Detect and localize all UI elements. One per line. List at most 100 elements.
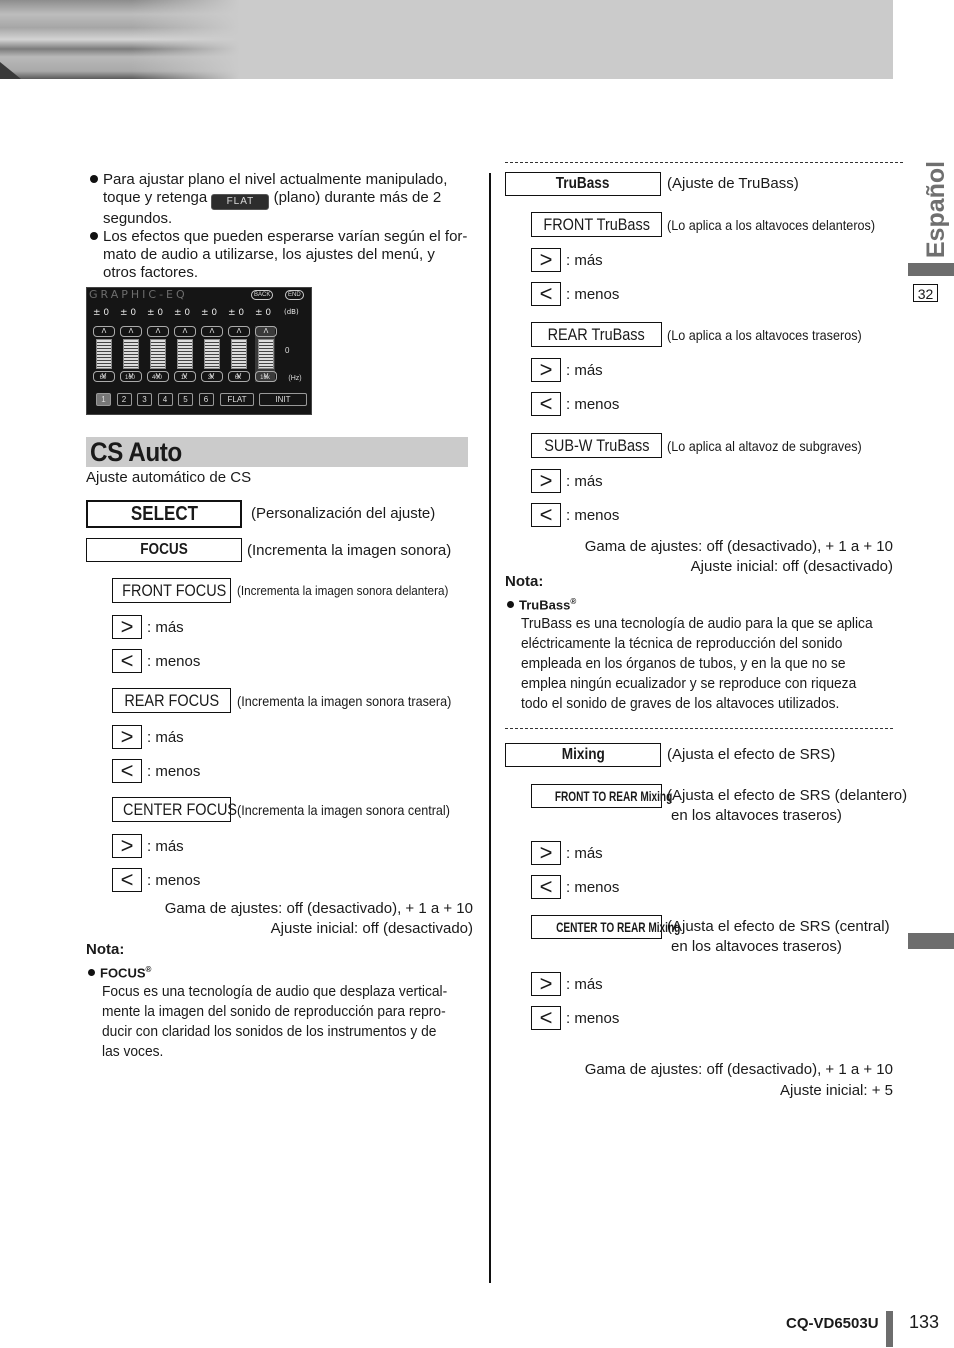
eq-slider-handle[interactable] bbox=[177, 339, 193, 369]
eq-up-button[interactable]: Λ bbox=[228, 326, 250, 337]
eq-slider-handle[interactable] bbox=[96, 339, 112, 369]
eq-hz-unit: (Hz) bbox=[288, 375, 302, 382]
more-key[interactable]: > bbox=[531, 358, 561, 382]
more-key[interactable]: > bbox=[531, 469, 561, 493]
eq-slider-handle[interactable] bbox=[150, 339, 166, 369]
note-line: las voces. bbox=[102, 1043, 164, 1060]
eq-up-button[interactable]: Λ bbox=[120, 326, 142, 337]
dashed-separator bbox=[505, 728, 893, 729]
more-label: : más bbox=[566, 362, 603, 379]
more-key[interactable]: > bbox=[112, 834, 142, 858]
less-key[interactable]: < bbox=[531, 875, 561, 899]
less-key[interactable]: < bbox=[112, 759, 142, 783]
language-tab: Español bbox=[906, 161, 950, 258]
eq-up-button[interactable]: Λ bbox=[174, 326, 196, 337]
less-label: : menos bbox=[566, 507, 620, 524]
eq-preset-button[interactable]: 3 bbox=[137, 393, 152, 406]
eq-up-button[interactable]: Λ bbox=[147, 326, 169, 337]
focus-item-label: REAR FOCUS bbox=[124, 691, 219, 710]
less-key[interactable]: < bbox=[531, 1006, 561, 1030]
less-key[interactable]: < bbox=[531, 503, 561, 527]
eq-preset-button[interactable]: 6 bbox=[198, 393, 214, 406]
eq-band: ΛV bbox=[120, 326, 142, 382]
less-key[interactable]: < bbox=[112, 649, 142, 673]
note-line: TruBass es una tecnología de audio para … bbox=[521, 615, 873, 632]
mixing-item-description-cont: en los altavoces traseros) bbox=[671, 807, 842, 824]
eq-slider-handle[interactable] bbox=[258, 339, 274, 369]
eq-preset-button[interactable]: 5 bbox=[178, 393, 193, 406]
trubass-description: (Ajuste de TruBass) bbox=[667, 175, 799, 192]
eq-up-button[interactable]: Λ bbox=[93, 326, 115, 337]
eq-slider-handle[interactable] bbox=[123, 339, 139, 369]
eq-band-value: ± 0 bbox=[255, 308, 272, 318]
page-number: 133 bbox=[909, 1312, 940, 1332]
trubass-item-label: FRONT TruBass bbox=[543, 215, 650, 234]
eq-flat-button[interactable]: FLAT bbox=[220, 393, 254, 406]
bullet-text: Para ajustar plano el nivel actualmente … bbox=[103, 171, 448, 188]
eq-band: ΛV bbox=[147, 326, 169, 382]
mixing-initial: Ajuste inicial: + 5 bbox=[780, 1082, 893, 1099]
more-key[interactable]: > bbox=[531, 972, 561, 996]
trubass-button[interactable]: TruBass bbox=[505, 172, 661, 196]
trubass-item-description: (Lo aplica a los altavoces traseros) bbox=[667, 327, 862, 343]
side-tab-marker-lower bbox=[908, 933, 954, 949]
note-body: Focus es una tecnología de audio que des… bbox=[102, 982, 477, 1062]
eq-up-button[interactable]: Λ bbox=[201, 326, 223, 337]
less-key[interactable]: < bbox=[112, 868, 142, 892]
trubass-note-term: TruBass® bbox=[507, 593, 576, 614]
eq-end-button[interactable]: END bbox=[285, 290, 304, 300]
eq-band-value: ± 0 bbox=[120, 308, 137, 318]
mixing-item-button[interactable]: CENTER TO REAR Mixing bbox=[531, 915, 680, 939]
focus-range: Gama de ajustes: off (desactivado), + 1 … bbox=[164, 900, 473, 917]
eq-up-button[interactable]: Λ bbox=[255, 326, 277, 337]
dashed-separator bbox=[505, 162, 903, 163]
eq-back-button[interactable]: BACK bbox=[251, 290, 274, 300]
less-key[interactable]: < bbox=[531, 282, 561, 306]
select-button[interactable]: SELECT bbox=[86, 500, 242, 528]
more-key[interactable]: > bbox=[531, 841, 561, 865]
eq-band: ΛV bbox=[228, 326, 250, 382]
bullet-icon bbox=[507, 601, 514, 609]
language-label: Español bbox=[922, 160, 951, 259]
trubass-note-title: Nota: bbox=[505, 573, 544, 590]
eq-preset-button[interactable]: 2 bbox=[116, 393, 132, 406]
more-label: : más bbox=[147, 619, 184, 636]
mixing-item-button[interactable]: FRONT TO REAR Mixing bbox=[531, 784, 672, 808]
eq-frequency-label: 400 bbox=[151, 375, 162, 381]
less-key[interactable]: < bbox=[531, 392, 561, 416]
eq-slider-handle[interactable] bbox=[231, 339, 247, 369]
eq-preset-button[interactable]: 4 bbox=[157, 393, 173, 406]
side-tab-marker bbox=[908, 263, 954, 276]
eq-db-unit: (dB) bbox=[284, 308, 299, 316]
note-line: emplea ningún ecualizador y se reproduce… bbox=[521, 675, 857, 692]
more-key[interactable]: > bbox=[112, 615, 142, 639]
eq-init-button[interactable]: INIT bbox=[259, 393, 307, 406]
bullet-text: mato de audio a utilizarse, los ajustes … bbox=[103, 246, 435, 263]
bullet-icon bbox=[90, 175, 98, 183]
eq-slider-handle[interactable] bbox=[204, 339, 220, 369]
bullet-icon bbox=[90, 232, 98, 240]
mixing-item-description-cont: en los altavoces traseros) bbox=[671, 938, 842, 955]
select-description: (Personalización del ajuste) bbox=[251, 505, 436, 522]
more-label: : más bbox=[566, 473, 603, 490]
landscape-photo bbox=[0, 0, 240, 79]
flat-button[interactable]: FLAT bbox=[211, 194, 270, 210]
eq-frequency-label: 160 bbox=[124, 375, 135, 381]
trubass-item-button[interactable]: SUB-W TruBass bbox=[531, 433, 662, 458]
eq-preset-button[interactable]: 1 bbox=[96, 393, 111, 406]
mixing-button[interactable]: Mixing bbox=[505, 743, 661, 767]
focus-description: (Incrementa la imagen sonora) bbox=[247, 542, 452, 559]
focus-item-button[interactable]: FRONT FOCUS bbox=[112, 578, 231, 603]
more-key[interactable]: > bbox=[112, 725, 142, 749]
focus-item-label: FRONT FOCUS bbox=[122, 581, 227, 600]
eq-band: ΛV bbox=[255, 326, 277, 382]
focus-label: FOCUS bbox=[140, 541, 188, 558]
trubass-item-button[interactable]: REAR TruBass bbox=[531, 322, 662, 347]
focus-item-button[interactable]: REAR FOCUS bbox=[112, 688, 231, 713]
focus-item-button[interactable]: CENTER FOCUS bbox=[112, 797, 237, 822]
more-key[interactable]: > bbox=[531, 248, 561, 272]
trubass-item-button[interactable]: FRONT TruBass bbox=[531, 212, 662, 237]
eq-band-value: ± 0 bbox=[174, 308, 191, 318]
focus-item-description: (Incrementa la imagen sonora central) bbox=[237, 802, 450, 818]
focus-button[interactable]: FOCUS bbox=[86, 538, 242, 562]
